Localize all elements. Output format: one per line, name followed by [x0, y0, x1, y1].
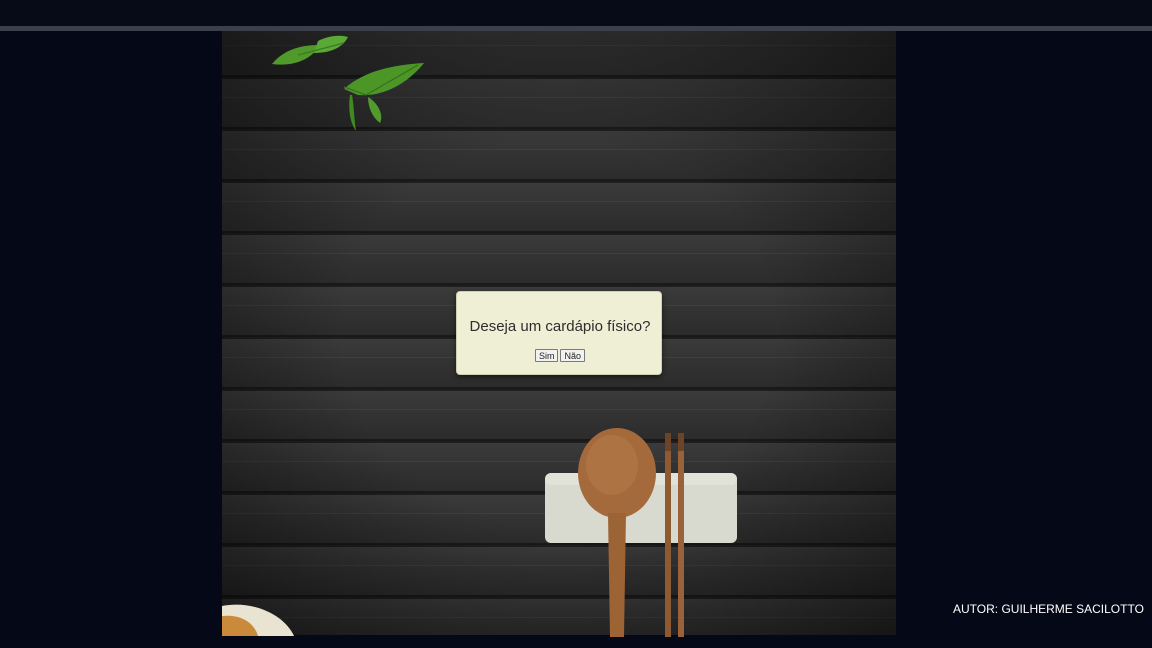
confirm-dialog: Deseja um cardápio físico? Sim Não: [456, 291, 662, 375]
utensils: [545, 428, 737, 637]
author-credit: AUTOR: GUILHERME SACILOTTO: [953, 602, 1144, 616]
yes-button[interactable]: Sim: [534, 349, 559, 362]
tea-leaves-icon: [272, 35, 424, 131]
no-button[interactable]: Não: [560, 349, 585, 362]
dialog-question: Deseja um cardápio físico?: [469, 318, 651, 335]
dialog-button-row: Sim Não: [457, 349, 663, 362]
wood-plank: [222, 129, 896, 181]
wood-plank: [222, 233, 896, 285]
wood-plank: [222, 181, 896, 233]
bowl-icon: [222, 604, 294, 636]
top-bar: [0, 0, 1152, 26]
